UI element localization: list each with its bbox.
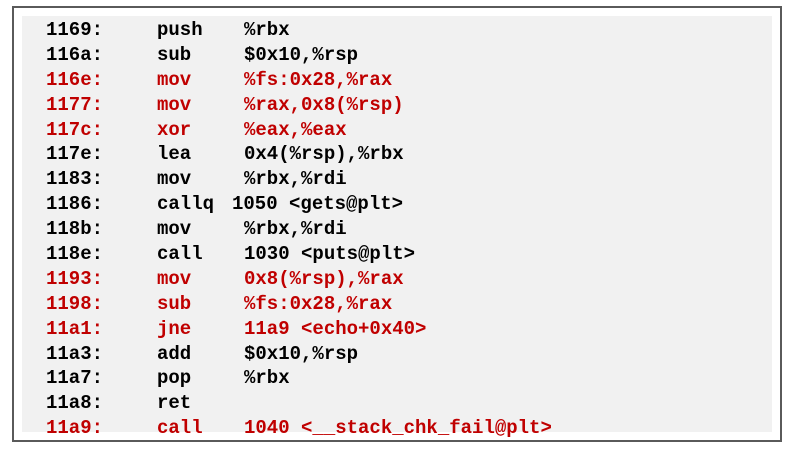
instruction-operands: %rbx: [244, 367, 290, 390]
instruction-opcode: ret: [157, 392, 192, 415]
instruction-operands: 1040 <__stack_chk_fail@plt>: [244, 417, 552, 440]
instruction-address: 1183:: [46, 168, 104, 191]
instruction-opcode: mov: [157, 68, 192, 91]
instruction-opcode: sub: [157, 292, 192, 315]
instruction-opcode: mov: [157, 218, 192, 241]
instruction-operands: %rbx,%rdi: [244, 168, 347, 191]
instruction-opcode: call: [157, 243, 203, 266]
instruction-address: 11a8:: [46, 392, 104, 415]
instruction-opcode: mov: [157, 93, 192, 116]
instruction-operands: %rbx: [244, 19, 290, 41]
instruction-address: 11a1:: [46, 317, 104, 340]
instruction-opcode: mov: [157, 267, 192, 290]
instruction-opcode: callq: [157, 193, 215, 216]
instruction-opcode: call: [157, 417, 203, 440]
instruction-address: 1186:: [46, 193, 104, 216]
instruction-operands: %eax,%eax: [244, 118, 347, 141]
instruction-opcode: jne: [157, 317, 192, 340]
instruction-address: 11a7:: [46, 367, 104, 390]
instruction-opcode: push: [157, 19, 203, 41]
instruction-address: 117e:: [46, 143, 104, 166]
instruction-address: 117c:: [46, 118, 104, 141]
instruction-address: 118e:: [46, 243, 104, 266]
instruction-operands: %fs:0x28,%rax: [244, 68, 393, 91]
instruction-address: 1177:: [46, 93, 104, 116]
instruction-operands: %rbx,%rdi: [244, 218, 347, 241]
instruction-operands: 1030 <puts@plt>: [244, 243, 416, 266]
instruction-opcode: xor: [157, 118, 192, 141]
instruction-address: 11a3:: [46, 342, 104, 365]
instruction-opcode: sub: [157, 43, 192, 66]
instruction-opcode: pop: [157, 367, 192, 390]
instruction-operands: %fs:0x28,%rax: [244, 292, 393, 315]
instruction-operands: 0x4(%rsp),%rbx: [244, 143, 404, 166]
instruction-address: 116e:: [46, 68, 104, 91]
instruction-operands: %rax,0x8(%rsp): [244, 93, 404, 116]
instruction-operands: $0x10,%rsp: [244, 43, 359, 66]
instruction-operands: $0x10,%rsp: [244, 342, 359, 365]
instruction-address: 11a9:: [46, 417, 104, 440]
instruction-address: 116a:: [46, 43, 104, 66]
instruction-address: 1193:: [46, 267, 104, 290]
instruction-operands: 0x8(%rsp),%rax: [244, 267, 404, 290]
instruction-address: 1169:: [46, 19, 104, 41]
instruction-opcode: mov: [157, 168, 192, 191]
instruction-address: 118b:: [46, 218, 104, 241]
disassembly-panel: 1169: push %rbx 116a: sub $0x10,%rsp 116e: mo…: [12, 6, 782, 442]
instruction-opcode: lea: [157, 143, 192, 166]
instruction-opcode: add: [157, 342, 192, 365]
instruction-operands: 1050 <gets@plt>: [232, 193, 404, 216]
instruction-operands: 11a9 <echo+0x40>: [244, 317, 427, 340]
instruction-address: 1198:: [46, 292, 104, 315]
